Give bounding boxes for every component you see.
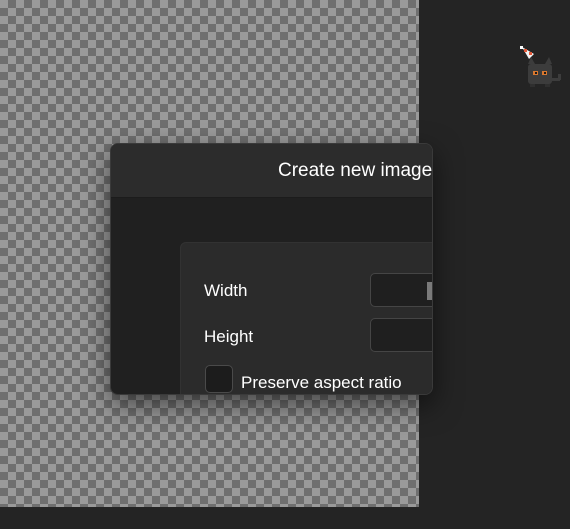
- width-label: Width: [204, 281, 248, 300]
- app-window: Create new image Width 64 Height 64 Pres…: [0, 0, 570, 529]
- pixel-cat-mascot-icon: [520, 46, 561, 87]
- preserve-aspect-ratio-label[interactable]: Preserve aspect ratio: [241, 373, 402, 393]
- dialog-header: Create new image: [111, 144, 432, 198]
- height-input[interactable]: 64: [370, 318, 432, 352]
- dialog-title: Create new image: [278, 160, 433, 181]
- status-bar: [0, 507, 570, 529]
- dialog-settings-card: Width 64 Height 64 Preserve aspect ratio: [180, 242, 432, 394]
- height-label: Height: [204, 327, 254, 346]
- text-cursor: [427, 282, 432, 300]
- width-input[interactable]: 64: [370, 273, 432, 307]
- preserve-aspect-ratio-checkbox[interactable]: [205, 365, 233, 393]
- create-image-dialog: Create new image Width 64 Height 64 Pres…: [110, 143, 433, 395]
